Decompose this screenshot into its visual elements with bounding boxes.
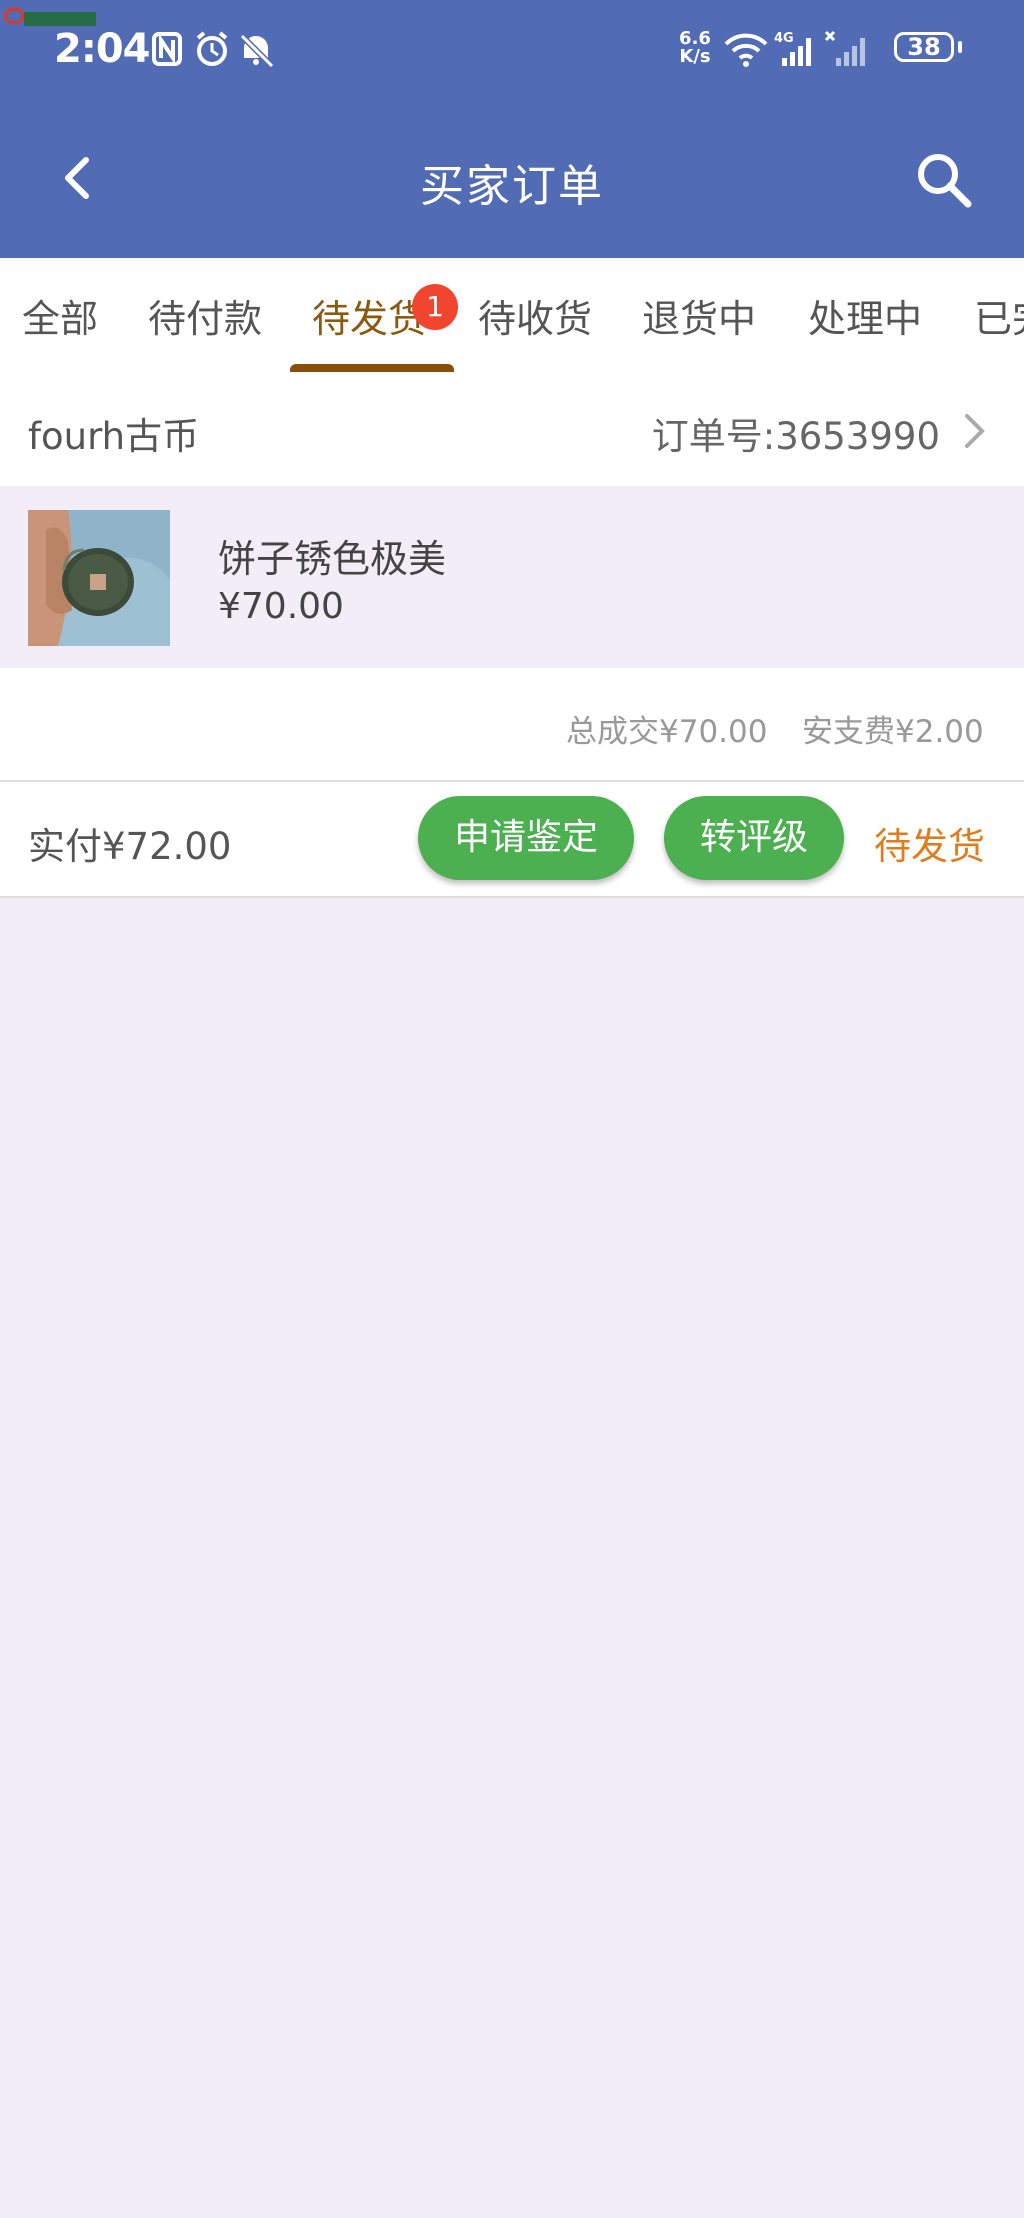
order-product-item[interactable]: 饼子锈色极美 ¥70.00 (0, 486, 1024, 668)
total-deal-amount: 总成交¥70.00 (566, 714, 768, 750)
status-notification-icons (152, 31, 275, 69)
order-shop-row[interactable]: fourh古币 订单号:3653990 (0, 372, 1024, 486)
tab-pending-receipt[interactable]: 待收货 (478, 288, 592, 343)
product-name: 饼子锈色极美 (218, 537, 447, 581)
page-title: 买家订单 (420, 161, 604, 212)
tab-processing[interactable]: 处理中 (808, 288, 922, 343)
status-time: 2:04 (54, 26, 150, 72)
back-arrow-icon[interactable] (52, 150, 108, 206)
tab-pending-payment[interactable]: 待付款 (148, 288, 262, 343)
order-summary-row: 总成交¥70.00 安支费¥2.00 (0, 668, 1024, 782)
battery-indicator: 38 (894, 32, 954, 62)
order-number: 订单号:3653990 (651, 415, 940, 458)
tab-count-badge: 1 (412, 284, 458, 330)
app-header: 2:04 6.6 K/s 4G 38 买家订单 (0, 0, 1024, 258)
order-action-row: 实付¥72.00 申请鉴定 转评级 待发货 (0, 782, 1024, 898)
product-thumbnail-image (28, 510, 170, 646)
tab-completed[interactable]: 已完 (974, 288, 1024, 343)
status-right-group: 6.6 K/s 4G 38 (676, 26, 976, 76)
signal-no-service-icon (824, 30, 865, 66)
svg-text:4G: 4G (774, 31, 794, 46)
product-price: ¥70.00 (218, 586, 344, 627)
nfc-icon (152, 32, 182, 66)
paid-amount: 实付¥72.00 (28, 825, 232, 868)
signal-4g-icon: 4G (774, 31, 811, 66)
apply-appraisal-button[interactable]: 申请鉴定 (418, 796, 634, 880)
order-status-tabs: 全部 待付款 待发货 待收货 退货中 处理中 已完 (0, 258, 1024, 374)
wifi-icon (724, 33, 768, 67)
transfer-grading-button[interactable]: 转评级 (664, 796, 844, 880)
order-status-label: 待发货 (874, 825, 985, 868)
tab-pending-shipment[interactable]: 待发货 (312, 288, 426, 343)
shop-name: fourh古币 (28, 415, 200, 458)
escrow-fee-amount: 安支费¥2.00 (802, 714, 984, 750)
alarm-icon (196, 31, 228, 66)
search-icon[interactable] (912, 148, 976, 212)
active-tab-indicator (290, 364, 454, 372)
tab-returning[interactable]: 退货中 (642, 288, 756, 343)
mute-bell-icon (239, 33, 275, 69)
chevron-right-icon (965, 414, 985, 448)
network-speed: 6.6 K/s (679, 28, 711, 67)
battery-tip (958, 41, 962, 53)
tab-all[interactable]: 全部 (22, 288, 98, 343)
